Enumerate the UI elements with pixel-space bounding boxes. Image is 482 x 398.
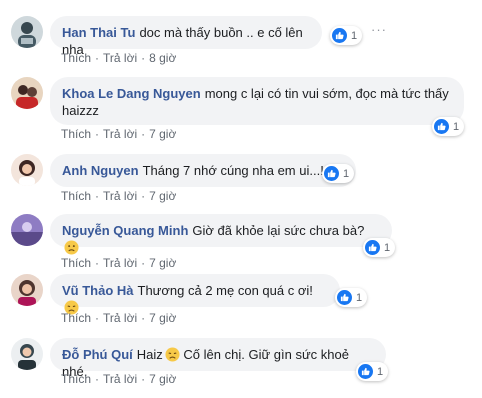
like-link[interactable]: Thích xyxy=(61,311,91,325)
comment-bubble: Đỗ Phú Quí Haiz Cố lên chị. Giữ gìn sức k… xyxy=(50,338,386,379)
comment-actions: Thích · Trả lời · 7 giờ xyxy=(61,372,176,386)
reaction-number: 1 xyxy=(377,365,384,378)
comment-actions: Thích · Trả lời · 7 giờ xyxy=(61,311,176,325)
comment-item: Khoa Le Dang Nguyen mong c lại có tin vui… xyxy=(0,77,482,141)
like-icon xyxy=(337,290,352,305)
comment-actions: Thích · Trả lời · 8 giờ xyxy=(61,51,176,65)
comment-author[interactable]: Vũ Thảo Hà xyxy=(62,283,134,298)
comment-bubble: Vũ Thảo Hà Thương cả 2 mẹ con quá c ơi! xyxy=(50,274,340,315)
reaction-count[interactable]: 1 xyxy=(335,288,368,307)
separator: · xyxy=(141,311,146,325)
comment-item: Nguyễn Quang Minh Giờ đã khỏe lại sức chư… xyxy=(0,214,482,274)
like-icon xyxy=(324,166,339,181)
comment-author[interactable]: Nguyễn Quang Minh xyxy=(62,223,188,238)
like-icon xyxy=(332,28,347,43)
comment-author[interactable]: Khoa Le Dang Nguyen xyxy=(62,86,201,101)
comment-bubble: Khoa Le Dang Nguyen mong c lại có tin vui… xyxy=(50,77,464,125)
disappointed-face-icon xyxy=(165,347,180,362)
separator: · xyxy=(95,311,100,325)
more-options-icon[interactable]: ··· xyxy=(371,22,387,37)
avatar[interactable] xyxy=(11,214,43,246)
reaction-count[interactable]: 1 xyxy=(322,164,355,183)
timestamp[interactable]: 8 giờ xyxy=(149,51,176,65)
comment-actions: Thích · Trả lời · 7 giờ xyxy=(61,127,176,141)
timestamp[interactable]: 7 giờ xyxy=(149,372,176,386)
like-icon xyxy=(434,119,449,134)
separator: · xyxy=(141,189,146,203)
timestamp[interactable]: 7 giờ xyxy=(149,256,176,270)
timestamp[interactable]: 7 giờ xyxy=(149,127,176,141)
separator: · xyxy=(95,127,100,141)
comment-item: Vũ Thảo Hà Thương cả 2 mẹ con quá c ơi! 1… xyxy=(0,274,482,334)
comment-bubble: Nguyễn Quang Minh Giờ đã khỏe lại sức chư… xyxy=(50,214,392,255)
comment-item: Anh Nguyen Tháng 7 nhớ cúng nha em ui...!… xyxy=(0,154,482,214)
like-link[interactable]: Thích xyxy=(61,256,91,270)
reaction-count[interactable]: 1 xyxy=(356,362,389,381)
avatar[interactable] xyxy=(11,338,43,370)
comment-author[interactable]: Đỗ Phú Quí xyxy=(62,347,133,362)
reply-link[interactable]: Trả lời xyxy=(103,127,137,141)
comment-item: Đỗ Phú Quí Haiz Cố lên chị. Giữ gìn sức k… xyxy=(0,338,482,398)
timestamp[interactable]: 7 giờ xyxy=(149,189,176,203)
timestamp[interactable]: 7 giờ xyxy=(149,311,176,325)
separator: · xyxy=(141,51,146,65)
comment-text: Thương cả 2 mẹ con quá c ơi! xyxy=(137,283,313,298)
reaction-number: 1 xyxy=(356,291,363,304)
reaction-number: 1 xyxy=(351,29,358,42)
avatar[interactable] xyxy=(11,77,43,109)
like-link[interactable]: Thích xyxy=(61,127,91,141)
reaction-count[interactable]: 1 xyxy=(432,117,465,136)
reaction-number: 1 xyxy=(343,167,350,180)
comment-author[interactable]: Anh Nguyen xyxy=(62,163,139,178)
comment-text: Haiz xyxy=(136,347,163,362)
avatar[interactable] xyxy=(11,16,43,48)
comment-bubble: Anh Nguyen Tháng 7 nhớ cúng nha em ui...! xyxy=(50,154,356,187)
comment-bubble: Han Thai Tu doc mà thấy buồn .. e cố lên … xyxy=(50,16,322,57)
separator: · xyxy=(141,127,146,141)
comment-list: Han Thai Tu doc mà thấy buồn .. e cố lên … xyxy=(0,0,482,389)
reply-link[interactable]: Trả lời xyxy=(103,311,137,325)
reply-link[interactable]: Trả lời xyxy=(103,372,137,386)
separator: · xyxy=(141,372,146,386)
separator: · xyxy=(95,256,100,270)
reaction-number: 1 xyxy=(384,241,391,254)
comment-text: Giờ đã khỏe lại sức chưa bà? xyxy=(192,223,365,238)
reply-link[interactable]: Trả lời xyxy=(103,256,137,270)
like-link[interactable]: Thích xyxy=(61,51,91,65)
separator: · xyxy=(95,51,100,65)
like-link[interactable]: Thích xyxy=(61,372,91,386)
like-icon xyxy=(358,364,373,379)
like-icon xyxy=(365,240,380,255)
reaction-count[interactable]: 1 xyxy=(363,238,396,257)
reaction-count[interactable]: 1 xyxy=(330,26,363,45)
comment-item: Han Thai Tu doc mà thấy buồn .. e cố lên … xyxy=(0,16,482,76)
comment-actions: Thích · Trả lời · 7 giờ xyxy=(61,189,176,203)
comment-author[interactable]: Han Thai Tu xyxy=(62,25,135,40)
reply-link[interactable]: Trả lời xyxy=(103,189,137,203)
comment-text: Tháng 7 nhớ cúng nha em ui...! xyxy=(142,163,324,178)
reply-link[interactable]: Trả lời xyxy=(103,51,137,65)
avatar[interactable] xyxy=(11,274,43,306)
avatar[interactable] xyxy=(11,154,43,186)
separator: · xyxy=(141,256,146,270)
confused-face-icon xyxy=(64,240,79,255)
separator: · xyxy=(95,189,100,203)
comment-actions: Thích · Trả lời · 7 giờ xyxy=(61,256,176,270)
reaction-number: 1 xyxy=(453,120,460,133)
like-link[interactable]: Thích xyxy=(61,189,91,203)
separator: · xyxy=(95,372,100,386)
